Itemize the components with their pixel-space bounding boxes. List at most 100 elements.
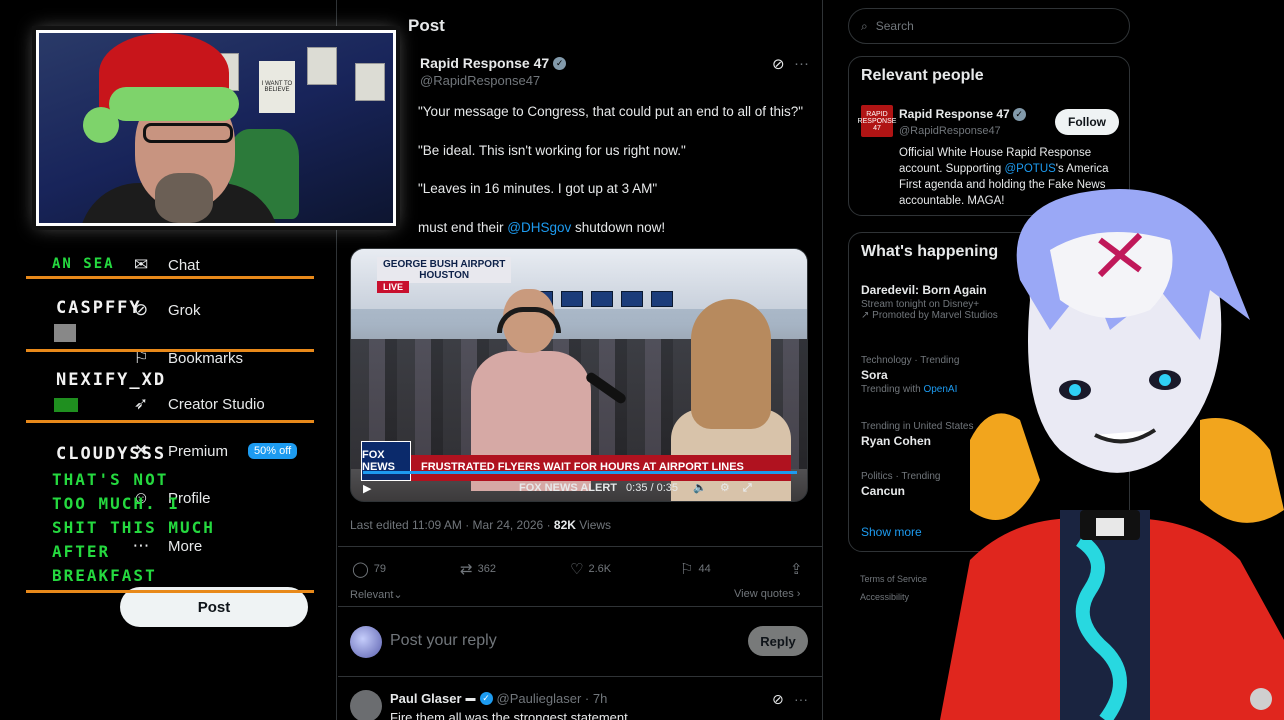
views-label: Views	[575, 518, 612, 532]
profile-logo[interactable]: RAPID RESPONSE 47	[858, 105, 896, 137]
more-options-icon[interactable]: ···	[794, 55, 809, 72]
settings-icon[interactable]: ⚙	[720, 482, 730, 494]
bookmark-action[interactable]: ⚐ 44	[680, 560, 711, 578]
page-title: Post	[408, 16, 445, 35]
like-action[interactable]: ♡ 2.6K	[570, 560, 611, 578]
timestamp-text: Last edited 11:09 AM · Mar 24, 2026 ·	[350, 518, 554, 532]
post-text-line: "Leaves in 16 minutes. I got up at 3 AM"	[418, 181, 658, 196]
chat-user-badge	[54, 324, 76, 342]
divider	[338, 546, 822, 547]
bookmark-icon: ⚐	[680, 561, 694, 578]
departure-screen	[651, 291, 673, 307]
view-quotes-label: View quotes	[734, 588, 794, 600]
streamer-webcam: I WANT TO BELIEVE	[36, 30, 396, 226]
live-tag: LIVE	[377, 281, 410, 293]
wall-poster	[307, 47, 337, 85]
main-column: Post Rapid Response 47 ✓ @RapidResponse4…	[338, 0, 822, 720]
more-options-icon[interactable]: ···	[794, 691, 808, 707]
chat-divider	[26, 349, 314, 352]
video-progress-bar[interactable]	[363, 471, 797, 474]
post-author-handle[interactable]: @RapidResponse47	[420, 73, 540, 88]
chat-message: AN SEA	[52, 256, 115, 272]
post-text-line: must end their @DHSgov shutdown now!	[418, 220, 665, 235]
volume-icon[interactable]: 🔈	[693, 482, 707, 494]
card-title: Relevant people	[861, 67, 984, 84]
post-text: must end their	[418, 220, 508, 235]
santa-hat-pompom	[83, 107, 119, 143]
stream-chat-overlay: AN SEA CASPFFY NEXIFY_XD CLOUDYSSS THAT'…	[24, 256, 314, 598]
chat-divider	[26, 276, 314, 279]
search-icon: ⌕	[861, 18, 868, 33]
video-alert: FOX NEWS ALERT 0:35 / 0:35 🔈 ⚙ ⤢	[519, 481, 752, 495]
reply-meta: @Paulieglaser · 7h	[496, 691, 608, 706]
post-author-name[interactable]: Rapid Response 47 ✓	[420, 55, 567, 71]
verified-icon: ✓	[553, 56, 567, 70]
share-action[interactable]: ⇪	[790, 560, 803, 578]
search-bar[interactable]: ⌕	[848, 8, 1130, 44]
reply-author-name: Paul Glaser	[390, 691, 462, 706]
vtuber-avatar	[940, 189, 1284, 720]
bookmark-count: 44	[698, 563, 711, 575]
chat-divider	[26, 420, 314, 423]
views-count: 82K	[553, 518, 576, 532]
divider	[822, 0, 823, 720]
chat-divider	[26, 590, 314, 593]
post-text: shutdown now!	[571, 220, 666, 235]
post-actions: ◯ 79 ⇄ 362 ♡ 2.6K ⚐ 44 ⇪	[352, 560, 812, 580]
divider	[338, 676, 822, 677]
repost-icon: ⇄	[460, 561, 473, 578]
reply-action[interactable]: ◯ 79	[352, 560, 386, 578]
profile-name[interactable]: Rapid Response 47 ✓	[899, 107, 1026, 121]
video-time: 0:35 / 0:35	[626, 482, 679, 494]
avatar[interactable]	[350, 626, 382, 658]
reply-count: 79	[373, 563, 387, 575]
fullscreen-icon[interactable]: ⤢	[743, 482, 752, 494]
alert-text: FOX NEWS ALERT	[519, 482, 617, 494]
profile-handle: @RapidResponse47	[899, 125, 1001, 137]
post-text-line: "Your message to Congress, that could pu…	[418, 104, 804, 119]
video-player[interactable]: GEORGE BUSH AIRPORT HOUSTON LIVE FOX NEW…	[350, 248, 808, 502]
chat-username: CASPFFY	[56, 298, 142, 318]
location-tag: GEORGE BUSH AIRPORT HOUSTON	[377, 257, 512, 283]
channel-logo-icon	[1250, 688, 1272, 710]
view-quotes-link[interactable]: View quotes ›	[734, 588, 800, 600]
grok-explain-icon[interactable]: ⊘	[772, 691, 784, 708]
santa-hat-trim	[109, 87, 239, 121]
author-name-text: Rapid Response 47	[420, 55, 550, 71]
departure-screen	[621, 291, 643, 307]
verified-icon: ✓	[479, 692, 493, 705]
share-icon: ⇪	[790, 561, 803, 578]
like-count: 2.6K	[588, 563, 612, 575]
sort-label: Relevant	[350, 589, 394, 601]
grok-explain-icon[interactable]: ⊘	[772, 55, 785, 73]
promoted-icon: ↗	[861, 310, 870, 321]
mention-link[interactable]: @POTUS	[1005, 163, 1056, 175]
departure-screen	[591, 291, 613, 307]
reply-author[interactable]: Paul Glaser ▬ ✓ @Paulieglaser · 7h	[390, 691, 607, 706]
streamer-beard	[155, 173, 213, 223]
chat-message: THAT'S NOT TOO MUCH. I SHIT THIS MUCH AF…	[52, 470, 215, 585]
chat-username: CLOUDYSSS	[56, 444, 167, 464]
wall-poster	[355, 63, 385, 101]
chevron-down-icon: ⌄	[393, 589, 403, 601]
sort-replies-dropdown[interactable]: Relevant⌄	[350, 588, 403, 601]
mention-link[interactable]: @DHSgov	[507, 220, 571, 235]
video-progress-fill	[363, 471, 797, 474]
chevron-right-icon: ›	[796, 588, 801, 600]
reply-input[interactable]: Post your reply	[390, 632, 497, 650]
repost-action[interactable]: ⇄ 362	[460, 560, 496, 578]
chat-username: NEXIFY_XD	[56, 370, 167, 390]
follow-button[interactable]: Follow	[1055, 109, 1119, 135]
post-text-line: "Be ideal. This isn't working for us rig…	[418, 143, 686, 158]
repost-count: 362	[477, 563, 496, 575]
reply-button[interactable]: Reply	[748, 626, 808, 656]
search-input[interactable]	[875, 19, 1096, 33]
profile-name-text: Rapid Response 47	[899, 107, 1010, 121]
play-icon[interactable]: ▶	[363, 482, 371, 495]
avatar[interactable]	[350, 690, 382, 720]
heart-icon: ♡	[570, 561, 584, 578]
reply-text: Fire them all was the strongest statemen…	[390, 710, 628, 720]
flag-icon: ▬	[465, 693, 476, 704]
verified-icon: ✓	[1012, 107, 1026, 121]
glasses-icon	[143, 123, 233, 143]
